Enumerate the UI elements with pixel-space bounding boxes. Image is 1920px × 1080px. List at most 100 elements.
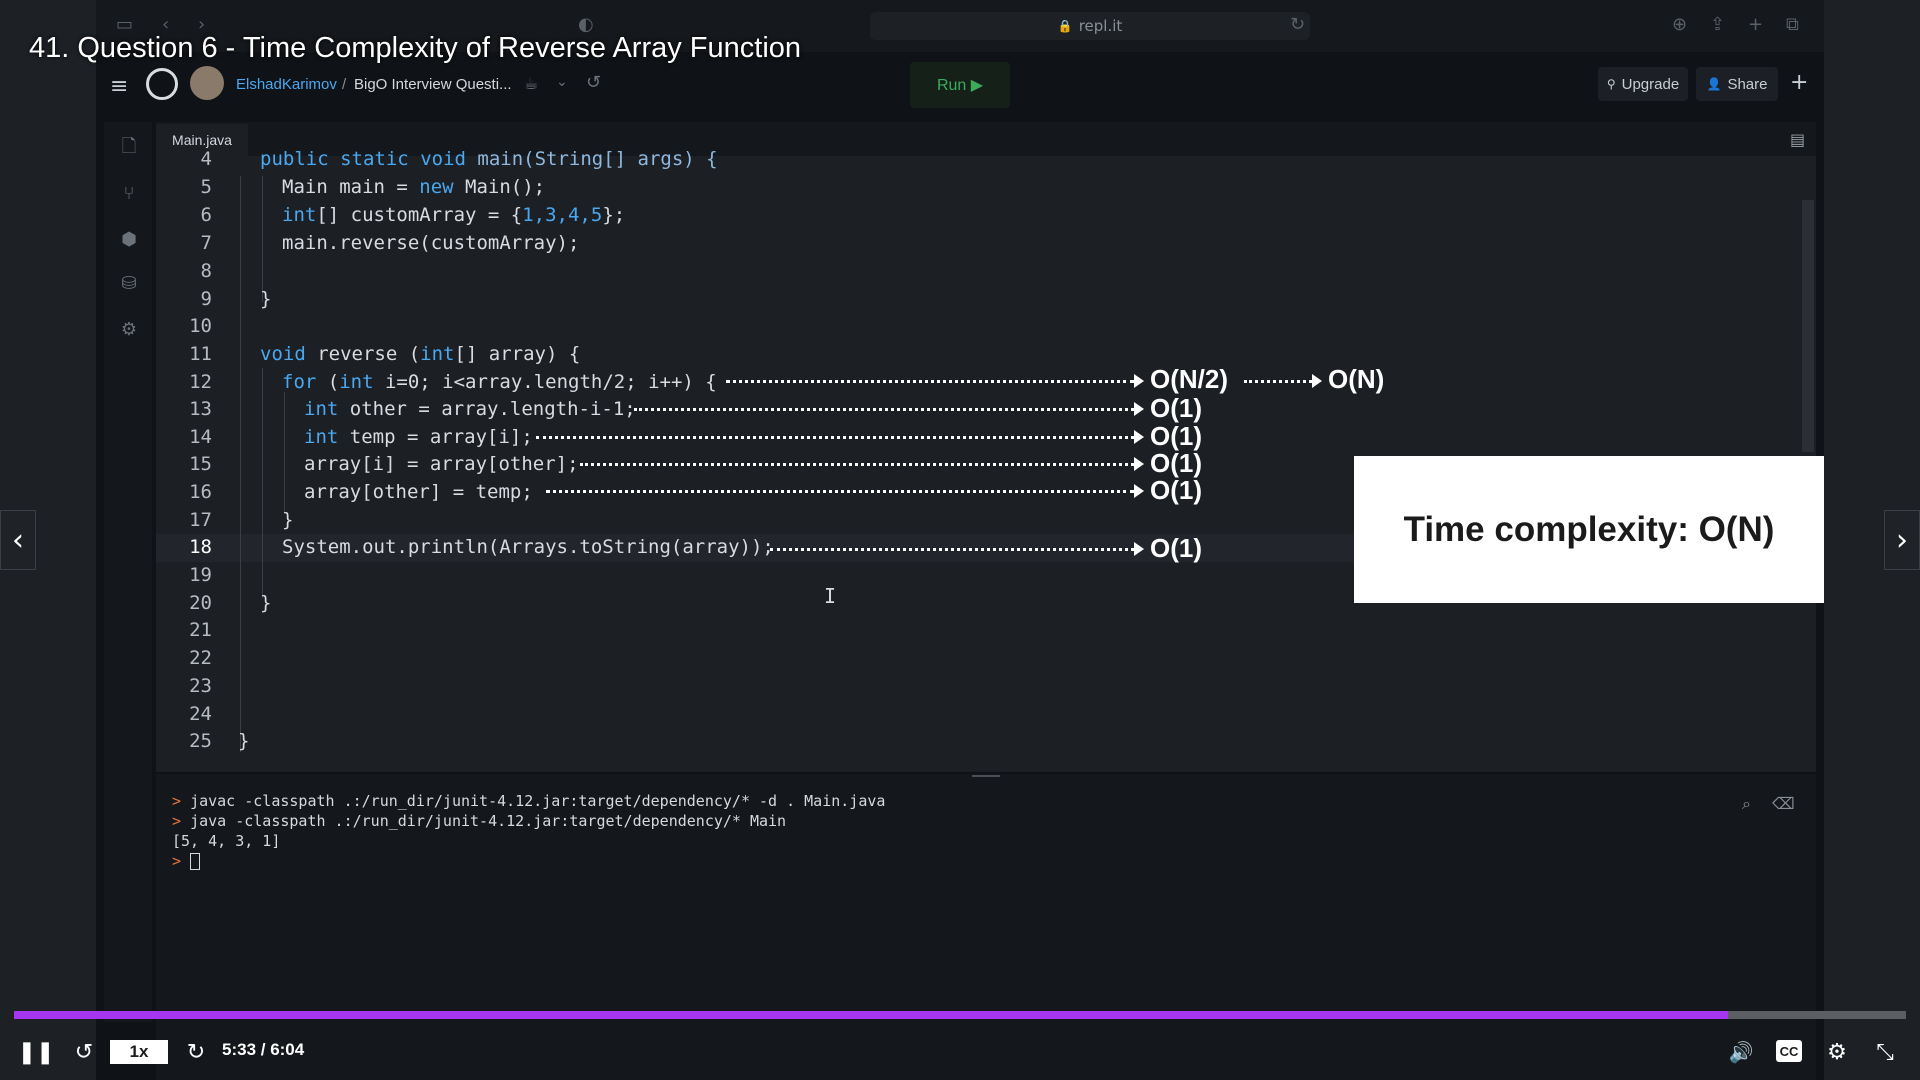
exit-fullscreen-icon[interactable]: ⤡: [1870, 1040, 1900, 1065]
arrowhead: [1134, 484, 1144, 498]
version-control-icon[interactable]: ⑂: [116, 180, 142, 206]
playback-speed-button[interactable]: 1x: [110, 1040, 168, 1064]
code-line: void reverse (int[] array) {: [260, 343, 581, 365]
forward-icon[interactable]: ↻: [182, 1040, 210, 1065]
code-line: array[i] = array[other];: [304, 453, 579, 475]
previous-lecture-button[interactable]: ‹: [0, 510, 36, 570]
reload-icon[interactable]: ↻: [1290, 14, 1305, 35]
run-button[interactable]: Run ▶: [910, 62, 1010, 108]
user-plus-icon: 👤: [1706, 77, 1722, 91]
lock-icon: 🔒: [1057, 19, 1073, 33]
next-lecture-button[interactable]: ›: [1884, 510, 1920, 570]
share-sheet-icon[interactable]: ⇪: [1710, 14, 1725, 35]
line-number: 22: [189, 647, 212, 669]
line-number: 9: [200, 288, 212, 310]
indent-guide: [240, 176, 241, 752]
line-number: 21: [189, 619, 212, 641]
console-line: > java -classpath .:/run_dir/junit-4.12.…: [172, 812, 786, 830]
clear-console-icon[interactable]: ⌫: [1772, 794, 1795, 813]
time-complexity-overlay: Time complexity: O(N): [1354, 456, 1824, 603]
line-number: 23: [189, 675, 212, 697]
line-number: 20: [189, 592, 212, 614]
annotation-arrow: [536, 436, 1134, 439]
code-line: array[other] = temp;: [304, 481, 533, 503]
url-bar[interactable]: 🔒 repl.it: [870, 12, 1310, 40]
files-icon[interactable]: 🗋: [116, 136, 142, 162]
line-number: 4: [200, 148, 212, 170]
volume-icon[interactable]: 🔊: [1726, 1040, 1756, 1064]
panel-resize-handle[interactable]: [972, 775, 1000, 777]
user-link[interactable]: ElshadKarimov: [236, 76, 337, 93]
tabs-overview-icon[interactable]: ⧉: [1786, 14, 1799, 35]
editor-options-icon[interactable]: ▤: [1790, 130, 1805, 149]
annotation-arrow: [726, 380, 1134, 383]
breadcrumb-separator: /: [342, 76, 347, 93]
settings-icon[interactable]: ⚙: [1822, 1040, 1852, 1065]
code-line: System.out.println(Arrays.toString(array…: [282, 536, 774, 558]
line-number: 17: [189, 509, 212, 531]
time-complexity-text: Time complexity: O(N): [1403, 509, 1775, 549]
left-sidebar: [104, 122, 152, 1022]
new-tab-icon[interactable]: +: [1748, 14, 1763, 35]
console-line: >: [172, 852, 201, 870]
arrowhead: [1134, 457, 1144, 471]
complexity-label: O(N): [1328, 364, 1385, 394]
line-number: 16: [189, 481, 212, 503]
complexity-label: O(1): [1150, 393, 1202, 423]
rewind-icon[interactable]: ↺: [70, 1040, 98, 1065]
code-line: for (int i=0; i<array.length/2; i++) {: [282, 371, 717, 393]
editor-scrollbar[interactable]: [1802, 200, 1814, 452]
repl-name[interactable]: BigO Interview Questi...: [354, 76, 512, 93]
code-line: }: [260, 288, 272, 310]
line-number: 7: [200, 232, 212, 254]
console-line: > javac -classpath .:/run_dir/junit-4.12…: [172, 792, 885, 810]
avatar[interactable]: [190, 66, 224, 100]
arrowhead: [1134, 374, 1144, 388]
console-line: [5, 4, 3, 1]: [172, 832, 280, 850]
search-icon[interactable]: ⌕: [1742, 794, 1751, 814]
menu-icon[interactable]: ≡: [110, 74, 128, 99]
playback-time: 5:33 / 6:04: [222, 1040, 305, 1059]
pause-icon[interactable]: ❚❚: [18, 1040, 55, 1065]
add-icon[interactable]: +: [1790, 70, 1808, 95]
chevron-left-icon: ‹: [12, 522, 24, 558]
progress-fill: [14, 1011, 1729, 1019]
line-number: 5: [200, 176, 212, 198]
code-line: }: [260, 592, 272, 614]
captions-icon[interactable]: CC: [1776, 1040, 1802, 1062]
text-cursor-icon: I: [824, 584, 837, 608]
packages-icon[interactable]: ⬢: [116, 226, 142, 252]
line-number: 25: [189, 730, 212, 752]
line-number: 19: [189, 564, 212, 586]
history-icon[interactable]: ↺: [586, 72, 601, 93]
arrowhead: [1134, 402, 1144, 416]
upgrade-label: Upgrade: [1621, 75, 1680, 93]
annotation-arrow: [634, 408, 1134, 411]
code-line: Main main = new Main();: [282, 176, 546, 198]
complexity-label: O(1): [1150, 533, 1202, 563]
database-icon[interactable]: ⛁: [116, 270, 142, 296]
line-number: 11: [189, 343, 212, 365]
share-button[interactable]: 👤 Share: [1696, 67, 1778, 101]
line-number: 14: [189, 426, 212, 448]
arrowhead: [1134, 430, 1144, 444]
complexity-label: O(N/2): [1150, 364, 1228, 394]
console-cursor: [190, 853, 201, 870]
download-icon[interactable]: ⊕: [1672, 14, 1687, 35]
language-icon: ☕: [524, 74, 539, 93]
replit-logo-icon[interactable]: [146, 68, 178, 100]
share-label: Share: [1727, 75, 1768, 93]
upgrade-button[interactable]: ⚲ Upgrade: [1598, 67, 1688, 101]
code-line: }: [238, 730, 250, 752]
code-line: int temp = array[i];: [304, 426, 533, 448]
console-text: javac -classpath .:/run_dir/junit-4.12.j…: [190, 792, 886, 810]
settings-icon[interactable]: ⚙: [116, 316, 142, 342]
indent-guide: [262, 176, 263, 302]
line-number: 8: [200, 260, 212, 282]
code-line: public static void main(String[] args) {: [260, 148, 718, 170]
code-line: main.reverse(customArray);: [282, 232, 580, 254]
console-prompt: >: [172, 792, 182, 810]
chevron-down-icon[interactable]: ⌄: [556, 74, 568, 90]
chevron-right-icon: ›: [1896, 522, 1908, 558]
indent-guide: [284, 392, 285, 512]
